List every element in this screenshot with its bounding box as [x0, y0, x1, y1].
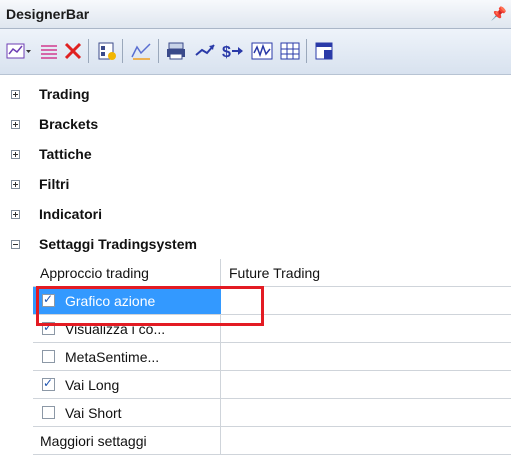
metasentiment-row[interactable]: MetaSentime... [33, 343, 511, 371]
group-label: Tattiche [39, 146, 92, 162]
expand-icon[interactable] [11, 149, 20, 159]
toolbar-separator [158, 39, 159, 63]
group-label: Settaggi Tradingsystem [39, 236, 197, 252]
line-draw-icon[interactable] [128, 39, 154, 63]
properties-icon[interactable] [312, 39, 338, 63]
collapse-icon[interactable] [11, 239, 20, 249]
waveform-icon[interactable] [250, 39, 276, 63]
expand-icon[interactable] [11, 179, 20, 189]
property-tree: Trading Brackets Tattiche Filtri Indicat… [0, 75, 511, 466]
property-value-cell[interactable] [221, 287, 511, 314]
svg-text:$: $ [222, 44, 231, 61]
print-icon[interactable] [164, 39, 190, 63]
property-label: Vai Long [65, 376, 120, 393]
property-value-cell[interactable] [221, 427, 511, 454]
toolbar: $ [0, 29, 511, 75]
property-value-cell[interactable] [221, 315, 511, 342]
property-name-cell: Approccio trading [33, 259, 221, 286]
property-label: Approccio trading [40, 264, 149, 281]
property-label: Maggiori settaggi [40, 432, 147, 449]
dollar-arrow-icon[interactable]: $ [220, 39, 246, 63]
group-indicatori[interactable]: Indicatori [0, 199, 511, 229]
toolbar-separator [122, 39, 123, 63]
grafico-azione-checkbox[interactable] [42, 292, 55, 307]
property-name-cell: Vai Long [33, 371, 221, 398]
table-lines-icon[interactable] [36, 39, 62, 63]
chart-dropdown-icon[interactable] [6, 39, 32, 63]
toolbar-separator [88, 39, 89, 63]
panel-titlebar: DesignerBar 📌 [0, 0, 511, 29]
property-label: MetaSentime... [65, 348, 160, 365]
approccio-trading-row[interactable]: Approccio trading Future Trading [33, 259, 511, 287]
group-settaggi-tradingsystem[interactable]: Settaggi Tradingsystem [0, 229, 511, 259]
vai-short-checkbox[interactable] [42, 406, 55, 419]
property-name-cell: Vai Short [33, 399, 221, 426]
property-value-cell[interactable] [221, 343, 511, 370]
approccio-trading-value[interactable]: Future Trading [221, 259, 511, 286]
vai-long-row[interactable]: Vai Long [33, 371, 511, 399]
expand-icon[interactable] [11, 119, 20, 129]
group-label: Trading [39, 86, 90, 102]
group-label: Indicatori [39, 206, 103, 222]
trend-icon[interactable] [192, 39, 218, 63]
vai-long-checkbox[interactable] [42, 376, 55, 391]
delete-icon[interactable] [60, 39, 86, 63]
pin-icon[interactable]: 📌 [491, 6, 507, 22]
grid-icon[interactable] [278, 39, 304, 63]
property-name-cell: Maggiori settaggi [33, 427, 221, 454]
group-filtri[interactable]: Filtri [0, 169, 511, 199]
property-name-cell: MetaSentime... [33, 343, 221, 370]
vai-short-row[interactable]: Vai Short [33, 399, 511, 427]
group-label: Brackets [39, 116, 99, 132]
property-value-cell[interactable] [221, 399, 511, 426]
group-label: Filtri [39, 176, 70, 192]
property-label: Vai Short [65, 404, 122, 421]
group-tattiche[interactable]: Tattiche [0, 139, 511, 169]
report-icon[interactable] [94, 39, 120, 63]
panel-title: DesignerBar [6, 6, 90, 22]
expand-icon[interactable] [11, 209, 20, 219]
group-brackets[interactable]: Brackets [0, 109, 511, 139]
property-label: Grafico azione [65, 292, 156, 309]
expand-icon[interactable] [11, 89, 20, 99]
property-value-cell[interactable] [221, 371, 511, 398]
metasentiment-checkbox[interactable] [42, 350, 55, 363]
maggiori-settaggi-row[interactable]: Maggiori settaggi [33, 427, 511, 455]
group-trading[interactable]: Trading [0, 79, 511, 109]
toolbar-separator [306, 39, 307, 63]
